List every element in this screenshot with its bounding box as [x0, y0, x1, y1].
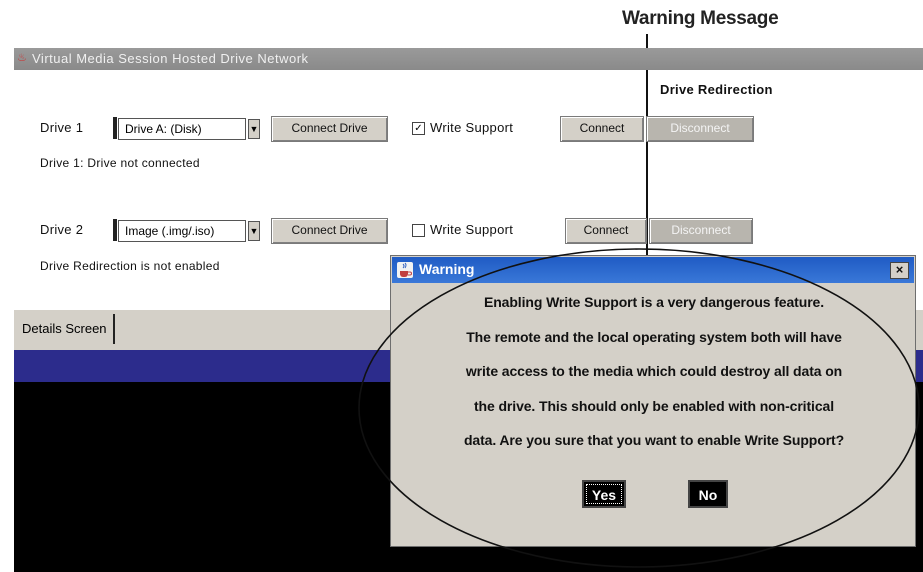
drive1-status: Drive 1: Drive not connected: [40, 156, 200, 170]
window-title: Virtual Media Session Hosted Drive Netwo…: [32, 51, 309, 66]
chevron-down-icon[interactable]: ▼: [248, 221, 260, 241]
java-app-icon: ♨: [17, 52, 27, 64]
drive1-write-support-label: Write Support: [430, 120, 514, 135]
drive2-connect-drive-button[interactable]: Connect Drive: [271, 218, 388, 244]
chevron-down-icon[interactable]: ▼: [248, 119, 260, 139]
drive1-label: Drive 1: [40, 120, 84, 135]
tab-details-screen[interactable]: Details Screen: [16, 314, 115, 344]
callout-label: Warning Message: [622, 8, 779, 29]
drive2-write-support-label: Write Support: [430, 222, 514, 237]
drive1-disconnect-button[interactable]: Disconnect: [646, 116, 754, 142]
drive1-connect-button[interactable]: Connect: [560, 116, 644, 142]
drive2-connect-button[interactable]: Connect: [565, 218, 647, 244]
drive2-label: Drive 2: [40, 222, 84, 237]
callout-ellipse: [358, 248, 920, 568]
window-title-bar: ♨ Virtual Media Session Hosted Drive Net…: [14, 48, 923, 70]
drive2-write-support-checkbox[interactable]: [412, 224, 425, 237]
drive2-disconnect-button[interactable]: Disconnect: [649, 218, 753, 244]
separator: [113, 219, 117, 241]
drive2-combo[interactable]: Image (.img/.iso): [118, 220, 246, 242]
drive1-connect-drive-button[interactable]: Connect Drive: [271, 116, 388, 142]
drive2-status: Drive Redirection is not enabled: [40, 259, 220, 273]
drive1-combo[interactable]: Drive A: (Disk): [118, 118, 246, 140]
drive-redirection-heading: Drive Redirection: [660, 82, 773, 97]
separator: [113, 117, 117, 139]
drive1-write-support-checkbox[interactable]: ✓: [412, 122, 425, 135]
